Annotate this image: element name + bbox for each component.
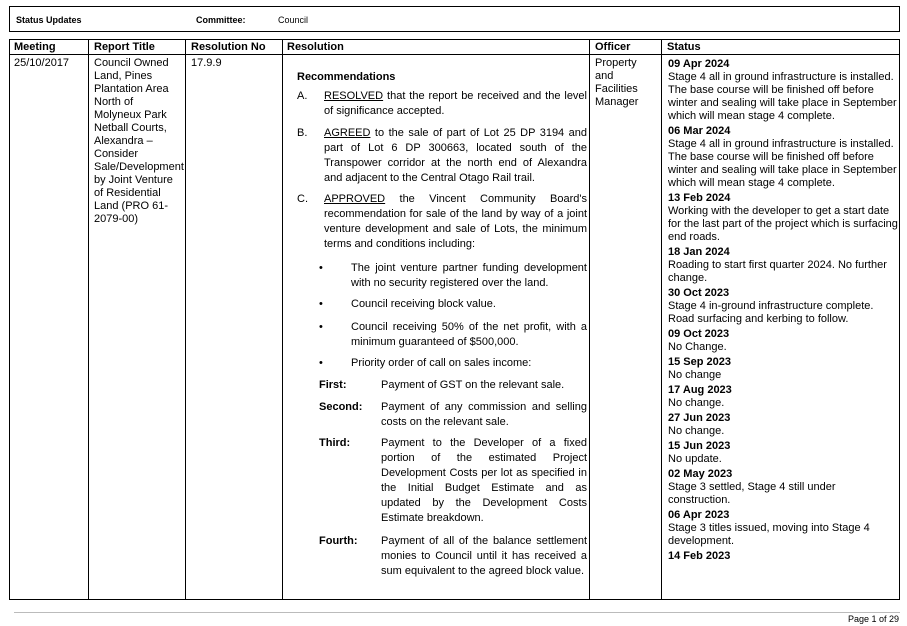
status-text: Stage 4 all in ground infrastructure is … <box>668 138 897 189</box>
status-date: 14 Feb 2023 <box>668 550 731 562</box>
status-table: Meeting Report Title Resolution No Resol… <box>9 39 900 600</box>
status-text: No change <box>668 369 722 381</box>
status-text: Stage 4 all in ground infrastructure is … <box>668 71 897 122</box>
status-date: 02 May 2023 <box>668 468 733 480</box>
status-date: 09 Apr 2024 <box>668 58 730 70</box>
priority-text: Payment of any commission and selling co… <box>381 401 587 428</box>
status-updates: 09 Apr 2024 Stage 4 all in ground infrast… <box>668 58 898 565</box>
item-text: APPROVED the Vincent Community Board's r… <box>324 192 587 252</box>
item-text: AGREED to the sale of part of Lot 25 DP … <box>324 126 587 186</box>
committee-value: Council <box>278 15 309 25</box>
status-date: 06 Mar 2024 <box>668 125 731 137</box>
item-marker: A. <box>297 90 308 102</box>
bullet-text: Priority order of call on sales income: <box>351 357 532 369</box>
status-entry: 15 Jun 2023 No update. <box>668 440 898 466</box>
status-text: Roading to start first quarter 2024. No … <box>668 259 887 284</box>
status-text: No update. <box>668 453 722 465</box>
column-divider <box>185 40 186 599</box>
priority-text: Payment of GST on the relevant sale. <box>381 379 565 391</box>
column-header-status: Status <box>667 41 701 53</box>
report-title: Council Owned Land, Pines Plantation Are… <box>94 57 184 225</box>
priority-label: First: <box>319 379 347 391</box>
status-entry: 30 Oct 2023 Stage 4 in-ground infrastruct… <box>668 287 898 326</box>
status-date: 17 Aug 2023 <box>668 384 732 396</box>
status-entry: 18 Jan 2024 Roading to start first quarte… <box>668 246 898 285</box>
bullet-icon: • <box>319 298 323 310</box>
item-keyword: APPROVED <box>324 193 386 205</box>
status-date: 18 Jan 2024 <box>668 246 730 258</box>
officer: Property and Facilities Manager <box>595 57 639 108</box>
status-date: 06 Apr 2023 <box>668 509 730 521</box>
item-marker: B. <box>297 127 308 139</box>
status-text: Stage 3 settled, Stage 4 still under con… <box>668 481 836 506</box>
status-entry: 14 Feb 2023 <box>668 550 898 563</box>
status-text: Stage 4 in-ground infrastructure complet… <box>668 300 874 325</box>
bullet-text: Council receiving 50% of the net profit,… <box>351 321 587 348</box>
status-entry: 17 Aug 2023 No change. <box>668 384 898 410</box>
status-date: 30 Oct 2023 <box>668 287 730 299</box>
header-box: Status Updates Committee: Council <box>9 6 900 32</box>
priority-label: Second: <box>319 401 363 413</box>
status-text: No Change. <box>668 341 727 353</box>
header-row-divider <box>10 54 899 55</box>
meeting-date: 25/10/2017 <box>14 57 70 69</box>
column-divider <box>282 40 283 599</box>
column-header-officer: Officer <box>595 41 631 53</box>
column-header-report-title: Report Title <box>94 41 155 53</box>
item-keyword: AGREED <box>324 127 371 139</box>
priority-label: Fourth: <box>319 535 358 547</box>
item-text: RESOLVED that the report be received and… <box>324 89 587 119</box>
column-header-resolution: Resolution <box>287 41 344 53</box>
column-divider <box>661 40 662 599</box>
status-entry: 09 Apr 2024 Stage 4 all in ground infrast… <box>668 58 898 123</box>
column-divider <box>589 40 590 599</box>
status-date: 13 Feb 2024 <box>668 192 731 204</box>
status-text: No change. <box>668 425 725 437</box>
status-text: Working with the developer to get a star… <box>668 205 898 243</box>
priority-text: Payment of all of the balance settlement… <box>381 535 587 577</box>
status-entry: 09 Oct 2023 No Change. <box>668 328 898 354</box>
priority-label: Third: <box>319 437 351 449</box>
bullet-icon: • <box>319 357 323 369</box>
status-text: Stage 3 titles issued, moving into Stage… <box>668 522 870 547</box>
committee-label: Committee: <box>196 15 246 25</box>
status-updates-label: Status Updates <box>16 15 82 25</box>
page-number: Page 1 of 29 <box>847 614 899 624</box>
bullet-icon: • <box>319 321 323 333</box>
status-entry: 15 Sep 2023 No change <box>668 356 898 382</box>
item-keyword: RESOLVED <box>324 90 384 102</box>
bullet-icon: • <box>319 262 323 274</box>
status-entry: 27 Jun 2023 No change. <box>668 412 898 438</box>
column-divider <box>88 40 89 599</box>
column-header-resolution-no: Resolution No <box>191 41 266 53</box>
resolution-number: 17.9.9 <box>191 57 222 69</box>
footer-divider <box>14 612 900 613</box>
bullet-text: Council receiving block value. <box>351 298 496 310</box>
priority-text: Payment to the Developer of a fixed port… <box>381 437 587 524</box>
column-header-meeting: Meeting <box>14 41 56 53</box>
status-entry: 02 May 2023 Stage 3 settled, Stage 4 stil… <box>668 468 898 507</box>
bullet-text: The joint venture partner funding develo… <box>351 262 587 289</box>
status-date: 15 Sep 2023 <box>668 356 731 368</box>
status-date: 09 Oct 2023 <box>668 328 730 340</box>
status-text: No change. <box>668 397 725 409</box>
recommendations-title: Recommendations <box>297 71 396 83</box>
status-entry: 06 Apr 2023 Stage 3 titles issued, moving… <box>668 509 898 548</box>
status-entry: 06 Mar 2024 Stage 4 all in ground infrast… <box>668 125 898 190</box>
status-entry: 13 Feb 2024 Working with the developer to… <box>668 192 898 244</box>
status-date: 15 Jun 2023 <box>668 440 731 452</box>
item-marker: C. <box>297 193 308 205</box>
status-date: 27 Jun 2023 <box>668 412 731 424</box>
